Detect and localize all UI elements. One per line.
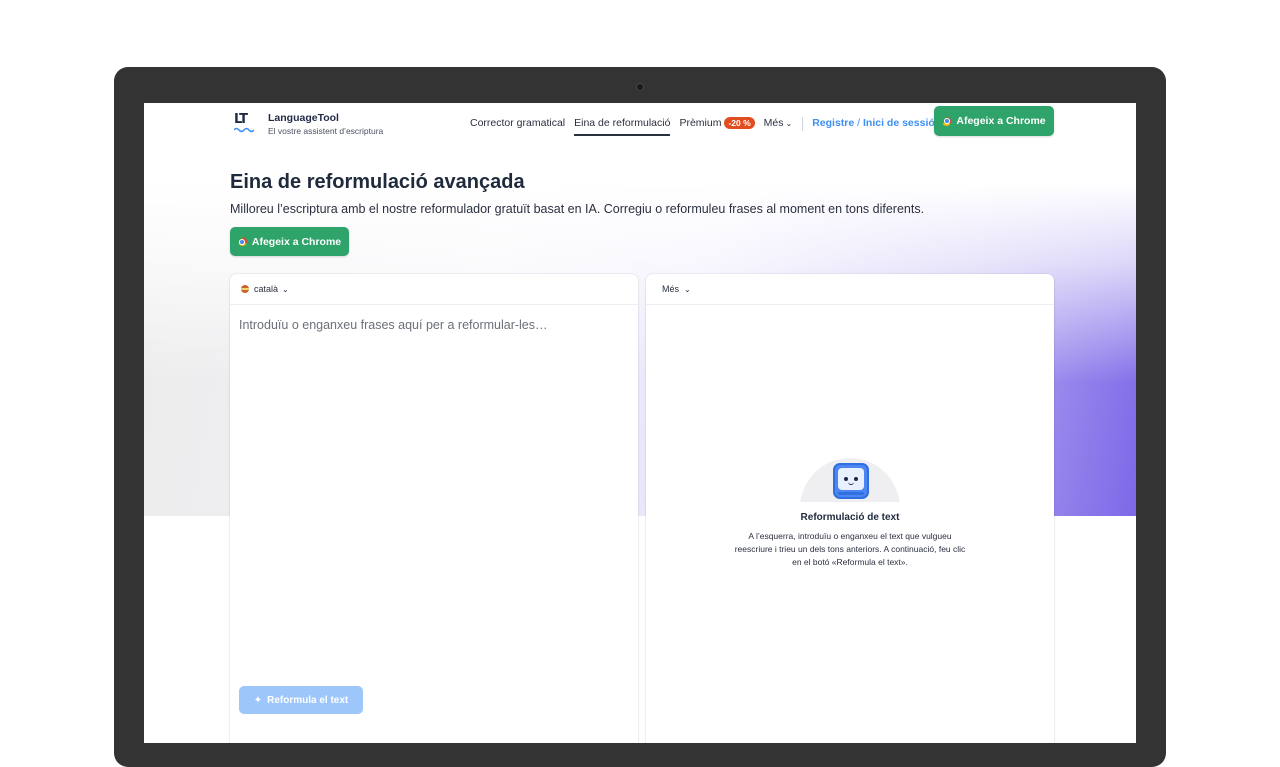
- nav-more-label: Més: [763, 117, 784, 129]
- language-label: català: [254, 284, 279, 294]
- output-empty-state: Reformulació de text A l’esquerra, intro…: [646, 458, 1054, 568]
- logo-wave-icon: [234, 127, 254, 133]
- rephrase-text-label: Reformula el text: [267, 694, 349, 706]
- site-logo[interactable]: LT LanguageTool El vostre assistent d’es…: [232, 111, 383, 137]
- chevron-down-icon: ⌄: [785, 119, 793, 128]
- language-flag-icon: [241, 285, 249, 293]
- chrome-icon: [237, 237, 247, 246]
- chevron-down-icon: ⌄: [282, 284, 289, 294]
- sparkle-icon: ✦: [253, 694, 263, 706]
- page-title: Eina de reformulació avançada: [230, 171, 525, 193]
- webcam: [637, 84, 643, 90]
- brand-name: LanguageTool: [268, 112, 339, 124]
- rephrase-text-button[interactable]: ✦ Reformula el text: [239, 686, 363, 714]
- header-add-to-chrome-label: Afegeix a Chrome: [956, 115, 1046, 127]
- main-nav: Corrector gramatical Eina de reformulaci…: [470, 115, 935, 136]
- nav-divider: [802, 117, 804, 131]
- text-input-area[interactable]: Introduïu o enganxeu frases aquí per a r…: [239, 318, 548, 332]
- hero-add-to-chrome-button[interactable]: Afegeix a Chrome: [230, 227, 349, 256]
- login-link[interactable]: Inici de sessió: [863, 117, 935, 129]
- input-panel: català ⌄ Introduïu o enganxeu frases aqu…: [230, 274, 638, 743]
- nav-premium[interactable]: Prèmium -20 %: [679, 115, 755, 136]
- nav-premium-label: Prèmium: [679, 117, 722, 129]
- robot-illustration-icon: [790, 458, 910, 502]
- tone-more-label: Més: [662, 284, 680, 294]
- tone-more-dropdown[interactable]: Més ⌄: [662, 284, 691, 294]
- header-add-to-chrome-button[interactable]: Afegeix a Chrome: [934, 106, 1054, 136]
- hero-add-to-chrome-label: Afegeix a Chrome: [251, 235, 342, 248]
- chevron-down-icon: ⌄: [684, 284, 691, 294]
- languagetool-logo-icon: LT: [232, 111, 258, 137]
- nav-rephrase-tool[interactable]: Eina de reformulació: [574, 115, 671, 136]
- nav-more-dropdown[interactable]: Més ⌄: [764, 115, 793, 136]
- browser-viewport: LT LanguageTool El vostre assistent d’es…: [144, 103, 1136, 743]
- discount-badge: -20 %: [724, 117, 755, 129]
- nav-grammar-checker[interactable]: Corrector gramatical: [470, 115, 565, 136]
- logo-mark-text: LT: [234, 112, 248, 127]
- output-panel-toolbar: Més ⌄: [646, 274, 1054, 305]
- empty-state-description: A l’esquerra, introduïu o enganxeu el te…: [734, 531, 966, 567]
- language-selector[interactable]: català ⌄: [241, 284, 289, 294]
- empty-state-title: Reformulació de text: [800, 512, 900, 523]
- auth-links: Registre / Inici de sessió: [812, 115, 935, 136]
- chrome-icon: [942, 116, 952, 126]
- auth-separator: /: [857, 117, 861, 129]
- page-subtitle: Milloreu l’escriptura amb el nostre refo…: [230, 202, 925, 216]
- register-link[interactable]: Registre: [812, 117, 854, 129]
- input-panel-toolbar: català ⌄: [230, 274, 638, 305]
- brand-tagline: El vostre assistent d’escriptura: [268, 126, 384, 136]
- output-panel: Més ⌄ Reformulació de text A l’esquerra,…: [646, 274, 1054, 743]
